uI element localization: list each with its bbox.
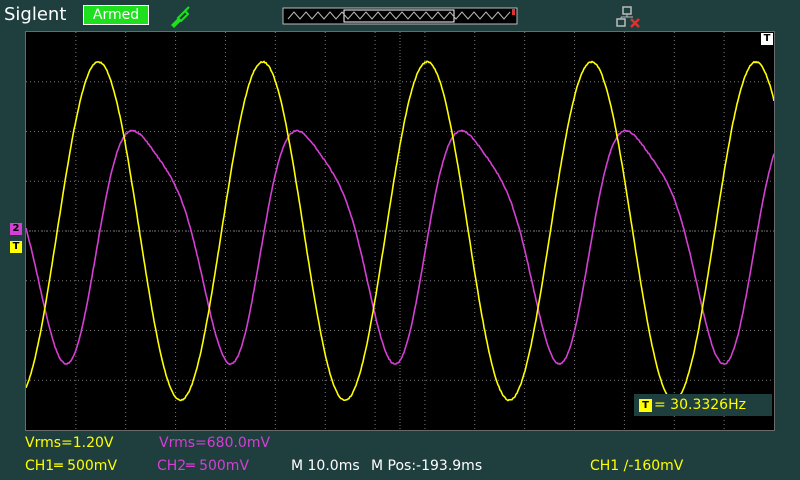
waveform-plot <box>26 32 774 430</box>
trigger-setting-label[interactable]: CH1 ∕-160mV <box>590 457 683 475</box>
frequency-value: = 30.3326Hz <box>654 397 746 413</box>
timebase-label[interactable]: M 10.0ms <box>291 457 360 475</box>
trigger-position-bar <box>282 7 518 25</box>
trigger-position-marker[interactable]: T <box>761 33 773 45</box>
top-bar: Siglent Armed <box>0 0 800 30</box>
brand-label: Siglent <box>4 4 66 26</box>
ch1-scale-label[interactable]: CH1═ 500mV <box>25 457 117 475</box>
probe-icon <box>168 4 192 28</box>
acquisition-status-badge: Armed <box>83 5 149 25</box>
network-disconnected-icon <box>614 5 642 29</box>
ch2-scale-label[interactable]: CH2═ 500mV <box>157 457 249 475</box>
horizontal-position-label[interactable]: M Pos:-193.9ms <box>371 457 482 475</box>
trigger-icon: T <box>639 399 652 412</box>
waveform-display[interactable] <box>25 31 775 431</box>
trigger-position-bar-marker <box>512 9 515 15</box>
ch2-offset-marker[interactable]: 2 <box>10 223 22 235</box>
trigger-level-marker[interactable]: T <box>10 241 22 253</box>
ch2-vrms-measurement: Vrms=680.0mV <box>159 434 270 452</box>
frequency-readout: T = 30.3326Hz <box>634 394 772 416</box>
ch1-vrms-measurement: Vrms=1.20V <box>25 434 114 452</box>
